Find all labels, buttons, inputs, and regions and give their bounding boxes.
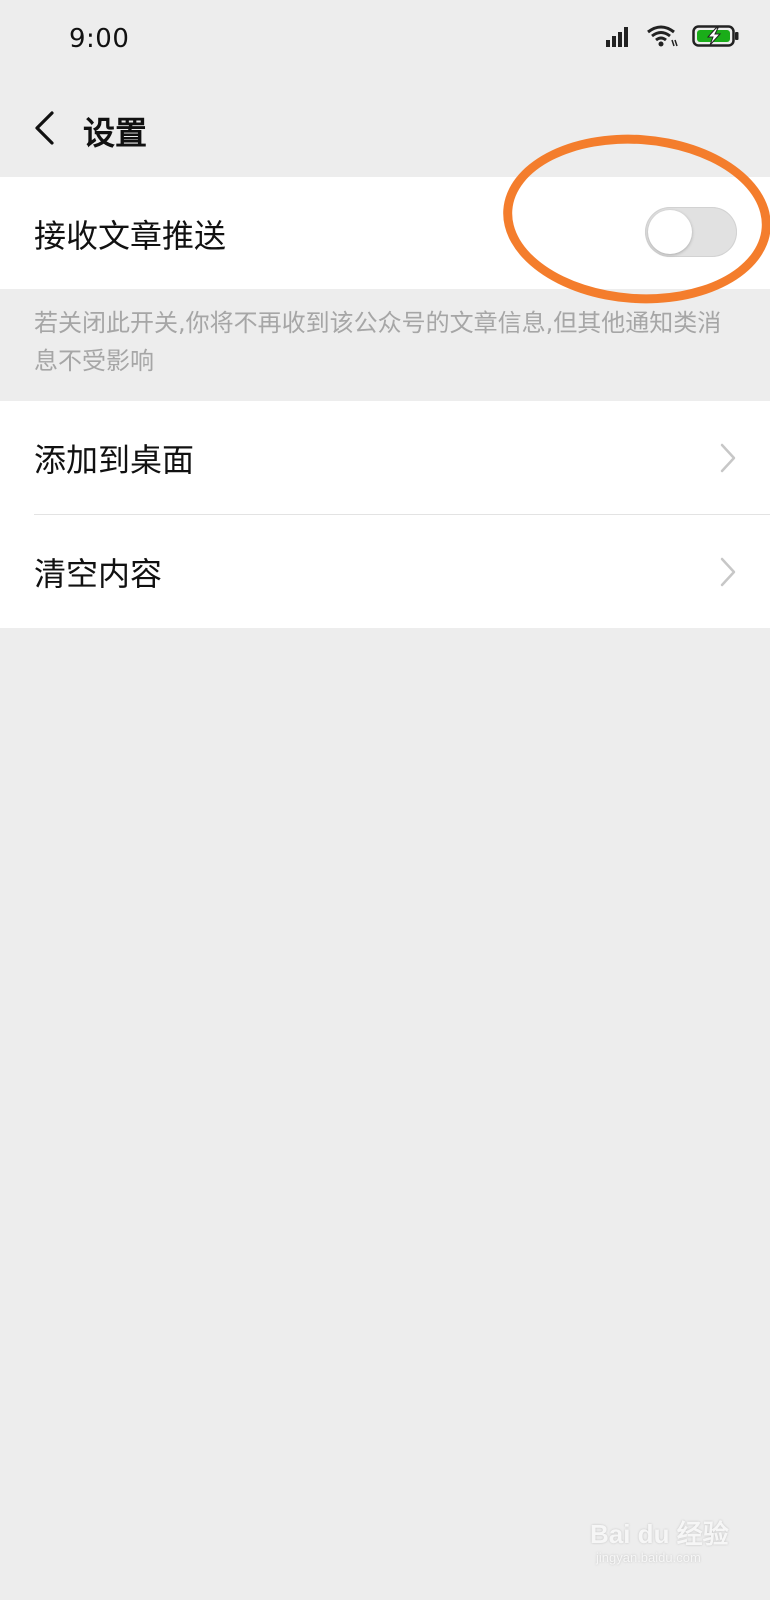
screen: 9:00 设置 接收文章推送 若关闭此开关,你将不再收到该公众号的文章信息,但其… xyxy=(0,0,770,1600)
status-bar: 9:00 xyxy=(0,0,770,82)
chevron-right-icon xyxy=(720,443,736,473)
action-group: 添加到桌面 清空内容 xyxy=(0,401,770,628)
push-setting-cell: 接收文章推送 xyxy=(0,177,770,289)
nav-header: 设置 xyxy=(0,86,770,176)
clear-content-item[interactable]: 清空内容 xyxy=(0,515,770,628)
status-icons xyxy=(606,24,740,52)
watermark-brand: Bai du 经验 xyxy=(590,1519,729,1549)
add-to-desktop-label: 添加到桌面 xyxy=(34,441,195,479)
watermark-url: jingyan.baidu.com xyxy=(596,1550,701,1565)
push-setting-hint: 若关闭此开关,你将不再收到该公众号的文章信息,但其他通知类消息不受影响 xyxy=(34,309,722,375)
wifi-icon xyxy=(646,24,678,52)
back-button[interactable] xyxy=(18,102,70,158)
page-title: 设置 xyxy=(83,114,148,152)
status-time: 9:00 xyxy=(69,24,130,54)
clear-content-label: 清空内容 xyxy=(34,555,163,593)
battery-charging-icon xyxy=(692,24,740,52)
baidu-jingyan-watermark: Bai du 经验 jingyan.baidu.com xyxy=(590,1502,740,1574)
add-to-desktop-item[interactable]: 添加到桌面 xyxy=(0,401,770,514)
signal-icon xyxy=(606,25,632,51)
chevron-left-icon xyxy=(32,110,56,150)
toggle-knob xyxy=(648,210,692,254)
push-toggle-switch[interactable] xyxy=(645,207,737,257)
push-setting-label: 接收文章推送 xyxy=(34,217,227,255)
chevron-right-icon xyxy=(720,557,736,587)
